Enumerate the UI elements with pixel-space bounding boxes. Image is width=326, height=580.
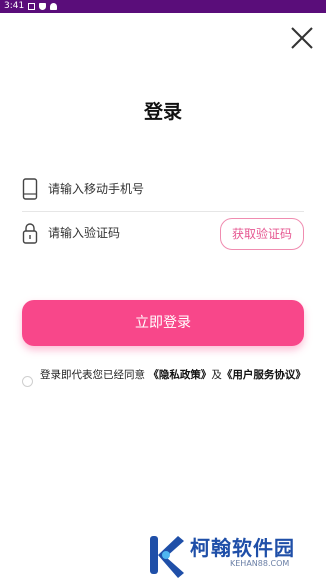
agreement-prefix: 登录即代表您已经同意 [40,369,149,381]
code-row: 获取验证码 [22,216,304,252]
close-icon [291,27,313,49]
status-time: 3:41 [4,1,25,11]
android-icon [50,3,58,10]
privacy-policy-link[interactable]: 《隐私政策》 [148,369,211,381]
page-title: 登录 [143,101,182,123]
agreement-joiner: 及 [211,369,222,381]
smartphone-icon [22,178,38,200]
login-button[interactable]: 立即登录 [22,300,304,346]
watermark: 柯翰软件园 KEHAN88.COM [146,530,326,580]
agreement-checkbox[interactable] [22,376,33,387]
notification-icon [28,3,36,10]
shield-icon [39,3,47,10]
agreement-text: 登录即代表您已经同意 《隐私政策》及《用户服务协议》 [40,368,306,382]
status-bar: 3:41 [0,0,326,13]
get-code-button[interactable]: 获取验证码 [220,218,304,250]
watermark-title: 柯翰软件园 [190,536,295,560]
phone-row [22,172,304,212]
close-button[interactable] [290,26,314,50]
code-input[interactable] [48,221,228,245]
lock-icon [22,223,38,244]
service-agreement-link[interactable]: 《用户服务协议》 [222,369,306,381]
phone-input[interactable] [48,177,228,201]
watermark-logo-icon [150,536,184,578]
watermark-subtitle: KEHAN88.COM [230,559,290,568]
